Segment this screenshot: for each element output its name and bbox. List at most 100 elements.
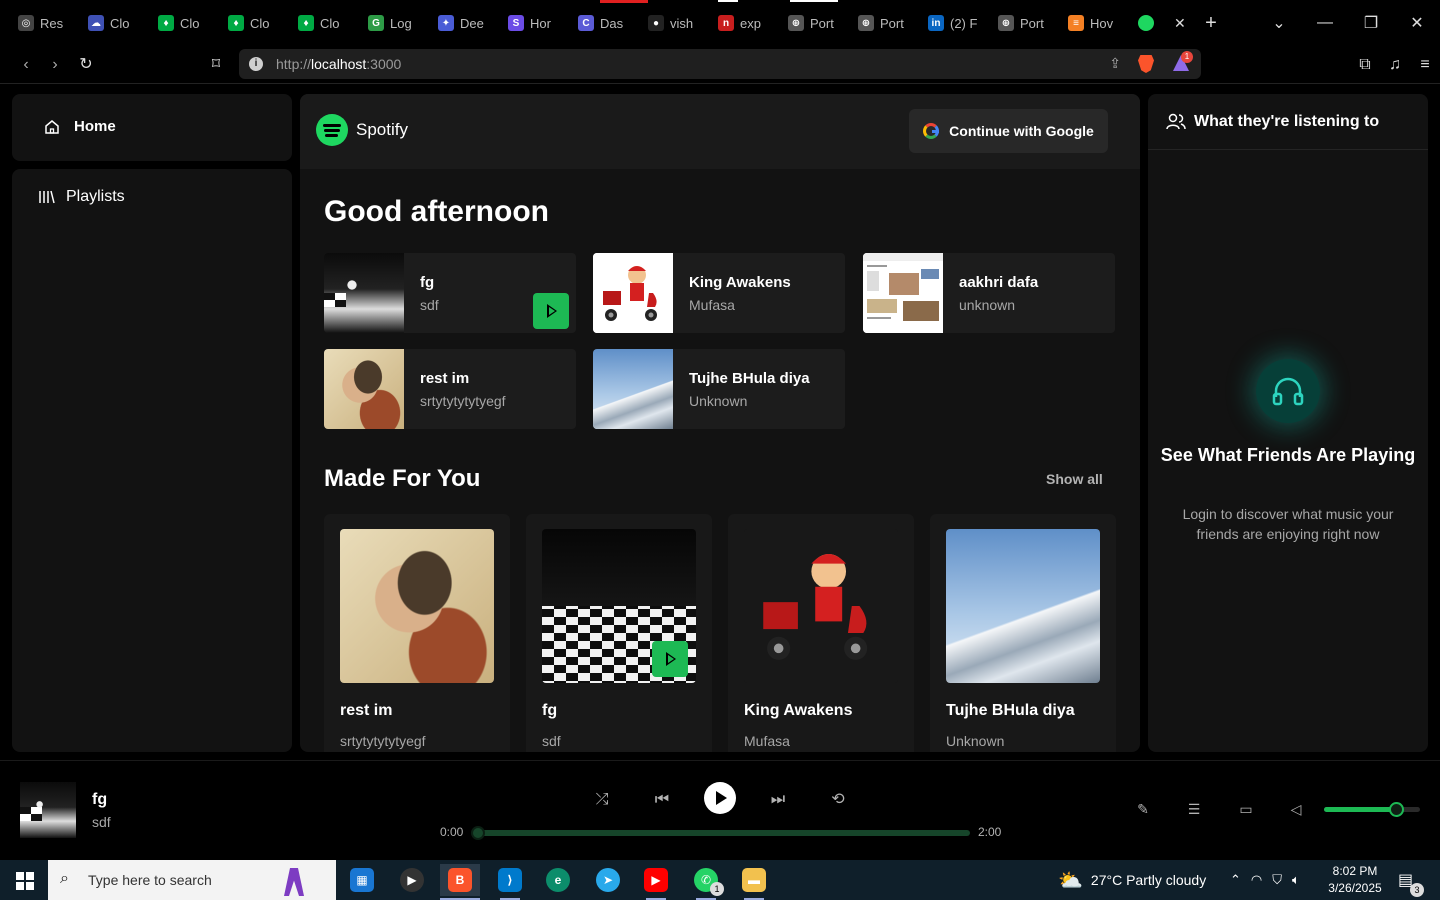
taskbar-store[interactable]: ▦	[342, 864, 382, 896]
media-icon[interactable]: ♫	[1380, 56, 1410, 74]
next-track-icon[interactable]: ⏭	[766, 788, 790, 812]
tab-favicon-icon: ⊕	[998, 15, 1014, 31]
quick-pick-item[interactable]: fg sdf	[324, 253, 576, 333]
spotify-logo[interactable]: Spotify	[316, 114, 408, 146]
volume-handle[interactable]	[1389, 802, 1404, 817]
forward-arrow-icon[interactable]: ›	[44, 54, 66, 76]
brand-name: Spotify	[356, 120, 408, 139]
taskbar-edge[interactable]: e	[538, 864, 578, 896]
close-window-button[interactable]: ✕	[1394, 13, 1440, 33]
show-all-link[interactable]: Show all	[1046, 471, 1103, 487]
playlist-card[interactable]: fg sdf	[526, 514, 712, 752]
play-button[interactable]	[533, 293, 569, 329]
continue-with-google-button[interactable]: Continue with Google	[909, 109, 1108, 153]
taskbar-telegram[interactable]: ➤	[588, 864, 628, 896]
progress-bar[interactable]	[471, 826, 970, 840]
taskbar-vscode[interactable]: ⟩	[490, 864, 530, 900]
browser-tab[interactable]: ⊕ Port	[990, 0, 1060, 46]
windows-start-icon[interactable]	[16, 872, 34, 890]
tab-label: Clo	[110, 15, 130, 31]
volume-icon[interactable]: ◁	[1285, 801, 1307, 819]
taskbar-explorer[interactable]: ▬	[734, 864, 774, 900]
home-icon	[45, 119, 59, 134]
browser-tab[interactable]: ≡ Hov	[1060, 0, 1130, 46]
volume-slider[interactable]	[1324, 802, 1420, 817]
close-tab-icon[interactable]: ✕	[1174, 15, 1186, 32]
player-bar: fg sdf ⤮ ⏮ ⏭ ⟲ 0:00 2:00 ✎ ☰ ▭ ◁	[0, 760, 1440, 858]
play-icon	[666, 652, 676, 666]
taskbar-brave[interactable]: B	[440, 864, 480, 900]
main-header: Spotify Continue with Google	[300, 94, 1140, 169]
browser-tab[interactable]: G Log	[360, 0, 430, 46]
browser-tab[interactable]: n exp	[710, 0, 780, 46]
taskbar-youtube[interactable]: ▶	[636, 864, 676, 900]
minimize-button[interactable]: —	[1302, 14, 1348, 32]
browser-tab[interactable]: ♦ Clo	[290, 0, 360, 46]
playlist-card[interactable]: King Awakens Mufasa	[728, 514, 914, 752]
browser-tab[interactable]: ☁ Clo	[80, 0, 150, 46]
playlist-card[interactable]: Tujhe BHula diya Unknown	[930, 514, 1116, 752]
quick-pick-item[interactable]: aakhri dafa unknown	[863, 253, 1115, 333]
tab-spotify-active[interactable]: ✕	[1130, 0, 1190, 46]
browser-tab[interactable]: ● vish	[640, 0, 710, 46]
album-art	[324, 349, 404, 429]
scooter-illustration	[744, 529, 898, 683]
browser-tab[interactable]: ♦ Clo	[220, 0, 290, 46]
sidebar-item-playlists[interactable]: Playlists	[38, 188, 125, 206]
youtube-icon: ▶	[644, 868, 668, 892]
security-icon[interactable]: ⛉	[1272, 872, 1282, 888]
browser-tab[interactable]: ✦ Dee	[430, 0, 500, 46]
devices-icon[interactable]: ▭	[1235, 801, 1257, 819]
menu-icon[interactable]: ≡	[1410, 56, 1440, 74]
quick-pick-item[interactable]: rest im srtytytytytyegf	[324, 349, 576, 429]
play-icon	[716, 791, 727, 805]
speaker-icon[interactable]: 🔈︎	[1292, 872, 1300, 888]
address-bar[interactable]: i http://localhost:3000 ⇪ 1	[239, 49, 1201, 79]
sidebar-item-home[interactable]: Home	[44, 118, 116, 135]
url-text[interactable]: http://localhost:3000	[276, 56, 401, 72]
browser-tab[interactable]: ⊕ Port	[850, 0, 920, 46]
browser-tab[interactable]: ⊕ Port	[780, 0, 850, 46]
mic-lyrics-icon[interactable]: ✎	[1132, 801, 1154, 819]
playlist-card[interactable]: rest im srtytytytytyegf	[324, 514, 510, 752]
shuffle-icon[interactable]: ⤮	[590, 788, 614, 812]
taskbar-clock[interactable]: 8:02 PM 3/26/2025	[1322, 863, 1388, 897]
back-arrow-icon[interactable]: ‹	[15, 54, 37, 76]
new-tab-button[interactable]: +	[1200, 12, 1222, 35]
quick-pick-item[interactable]: Tujhe BHula diya Unknown	[593, 349, 845, 429]
reload-icon[interactable]: ↻	[75, 54, 97, 76]
weather-widget[interactable]: ⛅ 27°C Partly cloudy	[1058, 860, 1206, 900]
brave-shields-icon[interactable]	[1138, 55, 1154, 73]
play-button[interactable]	[704, 782, 736, 814]
browser-tab[interactable]: S Hor	[500, 0, 570, 46]
browser-tab[interactable]: in (2) F	[920, 0, 990, 46]
progress-handle[interactable]	[471, 826, 485, 840]
site-info-icon[interactable]: i	[249, 57, 263, 71]
tray-chevron-icon[interactable]: ⌃	[1230, 872, 1241, 888]
previous-track-icon[interactable]: ⏮	[650, 788, 674, 812]
restore-button[interactable]: ❐	[1348, 13, 1394, 33]
library-icon	[39, 190, 55, 204]
queue-icon[interactable]: ☰	[1183, 801, 1205, 819]
taskbar-search[interactable]: ⌕ Type here to search	[48, 860, 336, 900]
network-icon[interactable]: ◠	[1251, 872, 1262, 888]
library-panel: Playlists	[12, 169, 292, 752]
card-art	[946, 529, 1100, 683]
taskbar-whatsapp[interactable]: ✆ 1	[686, 864, 726, 900]
repeat-icon[interactable]: ⟲	[826, 788, 850, 812]
tab-favicon-icon: ☁	[88, 15, 104, 31]
quick-pick-title: aakhri dafa	[959, 274, 1039, 291]
bookmark-icon[interactable]: ⌑	[205, 54, 227, 76]
share-icon[interactable]: ⇪	[1109, 55, 1121, 72]
browser-tab[interactable]: ♦ Clo	[150, 0, 220, 46]
play-button[interactable]	[652, 641, 688, 677]
browser-tab[interactable]: ◎ Res	[10, 0, 80, 46]
tab-search-chevron-icon[interactable]: ⌄	[1256, 13, 1302, 33]
quick-pick-item[interactable]: King Awakens Mufasa	[593, 253, 845, 333]
tab-favicon-icon: ●	[648, 15, 664, 31]
tab-favicon-icon: ♦	[158, 15, 174, 31]
brave-icon: B	[448, 868, 472, 892]
browser-tab[interactable]: C Das	[570, 0, 640, 46]
taskbar-media[interactable]: ▶	[392, 864, 432, 896]
extensions-icon[interactable]: ⧉	[1350, 56, 1380, 74]
